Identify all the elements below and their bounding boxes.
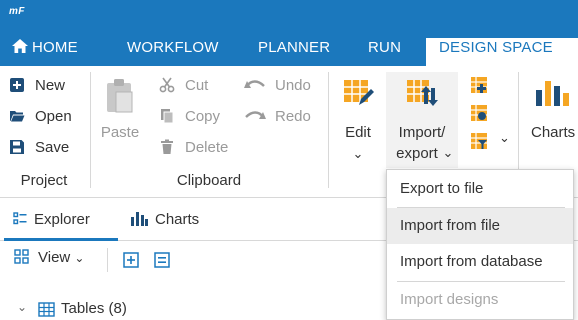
- copy-button[interactable]: Copy: [159, 106, 220, 128]
- expand-all-icon[interactable]: [123, 252, 139, 268]
- cut-button[interactable]: Cut: [159, 75, 208, 97]
- open-label: Open: [35, 108, 72, 125]
- edit-button[interactable]: Edit ⌄: [336, 72, 380, 172]
- redo-label: Redo: [275, 108, 311, 125]
- tab-explorer-label: Explorer: [34, 211, 90, 228]
- view-grid-icon: [14, 249, 29, 264]
- clipboard-group-label: Clipboard: [176, 172, 242, 189]
- home-icon: [12, 39, 28, 53]
- new-label: New: [35, 77, 66, 94]
- paste-icon: [107, 79, 133, 113]
- divider: [328, 72, 329, 188]
- save-button[interactable]: Save: [9, 137, 69, 159]
- tab-planner[interactable]: PLANNER: [258, 38, 330, 66]
- chevron-down-icon: ⌄: [442, 145, 454, 160]
- collapse-all-icon[interactable]: [154, 252, 170, 268]
- tab-charts[interactable]: Charts: [130, 199, 199, 241]
- tab-design-space[interactable]: DESIGN SPACE: [426, 38, 578, 66]
- import-export-label-1: Import/: [398, 124, 446, 141]
- new-file-icon: [10, 78, 24, 92]
- delete-label: Delete: [185, 139, 229, 156]
- main-nav: HOME WORKFLOW PLANNER RUN DESIGN SPACE: [0, 38, 578, 66]
- redo-icon: [245, 111, 266, 119]
- import-export-button[interactable]: Import/ export ⌄: [386, 72, 458, 168]
- table-icon: [38, 302, 55, 317]
- table-filter-icon[interactable]: [470, 132, 488, 150]
- scissors-icon: [159, 77, 175, 93]
- undo-label: Undo: [275, 77, 311, 94]
- app-logo: mF: [9, 6, 25, 17]
- cut-label: Cut: [185, 77, 209, 94]
- chevron-down-icon[interactable]: ⌄: [17, 300, 27, 314]
- undo-icon: [244, 80, 265, 88]
- chevron-down-icon: ⌄: [74, 251, 85, 265]
- edit-label: Edit: [345, 124, 371, 141]
- open-button[interactable]: Open: [9, 106, 72, 128]
- import-export-menu: Export to file Import from file Import f…: [386, 169, 574, 320]
- table-add-icon[interactable]: [470, 76, 488, 94]
- menu-item-import-from-file[interactable]: Import from file: [387, 208, 573, 244]
- copy-label: Copy: [185, 108, 221, 125]
- table-import-export-icon: [407, 80, 438, 106]
- tab-charts-label: Charts: [155, 211, 200, 228]
- chevron-down-icon: ⌄: [352, 146, 364, 161]
- tab-workflow[interactable]: WORKFLOW: [127, 38, 219, 66]
- view-button[interactable]: View ⌄: [14, 249, 84, 266]
- tree-item-label: Tables (8): [61, 300, 127, 317]
- chevron-down-icon[interactable]: ⌄: [499, 130, 510, 146]
- tab-home[interactable]: HOME: [12, 38, 78, 66]
- save-label: Save: [35, 139, 70, 156]
- tab-home-label: HOME: [32, 39, 78, 56]
- menu-item-import-from-database[interactable]: Import from database: [387, 244, 573, 280]
- new-button[interactable]: New: [9, 75, 65, 97]
- divider: [90, 72, 91, 188]
- view-label: View: [38, 249, 71, 266]
- import-export-label-2: export: [396, 145, 438, 162]
- table-edit-icon: [344, 80, 374, 105]
- explorer-list-icon: [13, 212, 27, 225]
- trash-icon: [161, 139, 173, 154]
- table-settings-icon[interactable]: [470, 104, 488, 122]
- folder-open-icon: [10, 111, 25, 122]
- charts-button[interactable]: Charts: [527, 72, 578, 172]
- paste-button[interactable]: Paste: [96, 122, 144, 143]
- divider: [107, 248, 108, 272]
- copy-icon: [161, 109, 174, 124]
- tab-run[interactable]: RUN: [368, 38, 401, 66]
- charts-tab-icon: [131, 212, 148, 226]
- bar-chart-icon: [536, 81, 569, 106]
- redo-button[interactable]: Redo: [244, 106, 311, 128]
- title-bar: mF HOME WORKFLOW PLANNER RUN DESIGN SPAC…: [0, 0, 578, 66]
- charts-label: Charts: [531, 124, 576, 141]
- undo-button[interactable]: Undo: [244, 75, 311, 97]
- save-icon: [10, 140, 24, 154]
- menu-item-import-designs[interactable]: Import designs: [387, 282, 573, 318]
- tab-explorer[interactable]: Explorer: [4, 199, 118, 241]
- menu-item-export-to-file[interactable]: Export to file: [387, 171, 573, 207]
- project-group-label: Project: [20, 172, 68, 189]
- delete-button[interactable]: Delete: [159, 137, 228, 159]
